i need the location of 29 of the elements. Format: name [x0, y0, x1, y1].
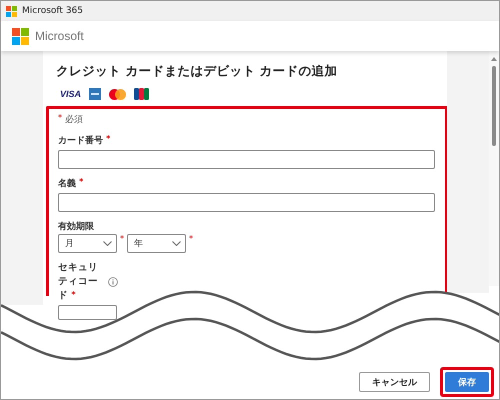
required-mark: * — [189, 234, 193, 243]
field-label: セキュリティコード * — [58, 261, 98, 302]
brand-name: Microsoft — [35, 29, 84, 43]
security-code-field[interactable] — [58, 305, 117, 320]
mastercard-logo-icon — [109, 88, 126, 100]
chevron-down-icon — [172, 241, 181, 246]
dropdown-select[interactable]: 年 — [127, 234, 186, 253]
field-label: カード番号 * — [58, 134, 112, 147]
window-title: Microsoft 365 — [22, 6, 83, 16]
scroll-up-icon[interactable] — [491, 57, 497, 61]
save-button[interactable]: 保存 — [445, 372, 489, 392]
windows-logo-icon — [6, 6, 17, 16]
field-label: 名義 * — [58, 177, 84, 190]
jcb-logo-icon — [134, 88, 150, 100]
scrollbar-thumb[interactable] — [492, 66, 496, 146]
scrollbar[interactable] — [489, 51, 499, 286]
page-heading: クレジット カードまたはデビット カードの追加 — [56, 63, 339, 80]
info-icon[interactable] — [108, 276, 118, 287]
field-label: 有効期限 — [58, 220, 95, 233]
windows-logo-icon — [12, 28, 29, 44]
text-input-field[interactable] — [58, 193, 435, 212]
required-mark: * — [120, 234, 124, 243]
amex-logo-icon — [89, 88, 102, 100]
required-note: * 必須 — [58, 113, 84, 126]
text-input-field[interactable] — [58, 150, 435, 169]
chevron-down-icon — [103, 241, 112, 246]
cancel-button[interactable]: キャンセル — [359, 372, 430, 392]
dropdown-select[interactable]: 月 — [58, 234, 117, 253]
visa-logo: VISA — [60, 89, 82, 99]
